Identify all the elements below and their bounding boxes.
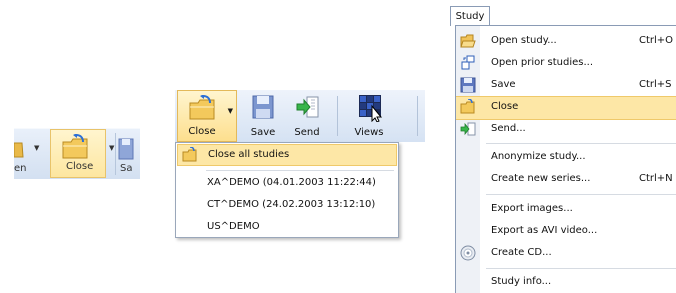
menu-item-label: Open prior studies... <box>491 57 594 68</box>
cd-icon <box>460 245 476 261</box>
study-label: CT^DEMO (24.02.2003 13:12:10) <box>207 199 376 210</box>
views-button-label: Views <box>354 127 384 138</box>
folder-close-icon <box>62 134 88 159</box>
menu-item-label: Send... <box>491 123 526 134</box>
close-button-label: Close <box>66 161 94 172</box>
floppy-disk-icon <box>118 138 134 160</box>
views-grid-icon <box>359 95 383 122</box>
folder-open-icon <box>460 34 476 48</box>
open-button-label[interactable]: en <box>14 163 27 174</box>
study-item[interactable]: XA^DEMO (04.01.2003 11:22:44) <box>177 172 397 194</box>
folder-open-icon <box>189 95 215 120</box>
menu-item-open-study[interactable]: Open study... Ctrl+O <box>456 30 676 52</box>
menu-item-create-new-series[interactable]: Create new series... Ctrl+N <box>456 168 676 190</box>
menu-item-label: Save <box>491 79 516 90</box>
folder-close-icon <box>460 99 475 114</box>
menu-item-label: Anonymize study... <box>491 151 586 162</box>
menu-item-label: Export images... <box>491 203 573 214</box>
menu-item-send[interactable]: Send... <box>456 118 676 140</box>
menu-item-save[interactable]: Save Ctrl+S <box>456 74 676 96</box>
menu-item-export-images[interactable]: Export images... <box>456 198 676 220</box>
chevron-down-icon[interactable]: ▼ <box>34 144 39 152</box>
toolbar-separator <box>417 96 418 136</box>
send-icon <box>460 122 476 136</box>
menu-item-label: Study info... <box>491 276 552 287</box>
close-button[interactable]: ▼ Close <box>177 90 237 142</box>
study-menu: Open study... Ctrl+O Open prior studies.… <box>455 25 676 293</box>
send-icon <box>296 96 319 118</box>
menu-item-open-prior-studies[interactable]: Open prior studies... <box>456 52 676 74</box>
close-all-studies-item[interactable]: Close all studies <box>177 144 397 166</box>
study-label: XA^DEMO (04.01.2003 11:22:44) <box>207 177 376 188</box>
study-menu-tab[interactable]: Study <box>450 6 490 26</box>
menu-divider <box>206 170 394 171</box>
menu-item-shortcut: Ctrl+N <box>639 173 673 184</box>
menu-item-label: Create CD... <box>491 247 552 258</box>
chevron-down-icon[interactable]: ▼ <box>228 107 233 115</box>
menu-divider <box>486 194 676 195</box>
menu-item-shortcut: Ctrl+O <box>639 35 674 46</box>
save-button-label: Save <box>250 127 276 138</box>
menu-item-shortcut: Ctrl+S <box>639 79 672 90</box>
menu-item-anonymize-study[interactable]: Anonymize study... <box>456 146 676 168</box>
save-button-label[interactable]: Sa <box>120 163 132 174</box>
menu-item-study-info[interactable]: Study info... <box>456 271 676 293</box>
close-button[interactable]: Close <box>50 129 106 178</box>
toolbar-separator <box>337 96 338 136</box>
menu-item-label: Open study... <box>491 35 557 46</box>
chevron-down-icon[interactable]: ▼ <box>109 144 114 152</box>
menu-item-label: Close <box>491 101 519 112</box>
prior-studies-icon <box>461 55 475 70</box>
study-label: US^DEMO <box>207 221 260 232</box>
menu-divider <box>486 268 676 269</box>
close-all-studies-label: Close all studies <box>208 149 290 160</box>
left-toolbar-fragment: en ▼ Close ▼ Sa <box>14 128 140 179</box>
toolbar-separator <box>115 133 116 175</box>
study-item[interactable]: CT^DEMO (24.02.2003 13:12:10) <box>177 194 397 216</box>
menu-item-label: Create new series... <box>491 173 591 184</box>
floppy-disk-icon <box>252 95 274 119</box>
middle-toolbar: ▼ Close Save Send Views <box>175 90 425 142</box>
close-button-label: Close <box>188 126 216 137</box>
folder-icon <box>14 142 24 158</box>
menu-item-export-avi[interactable]: Export as AVI video... <box>456 220 676 242</box>
views-button[interactable]: Views <box>343 90 395 142</box>
study-item[interactable]: US^DEMO <box>177 216 397 238</box>
menu-item-label: Export as AVI video... <box>491 225 598 236</box>
floppy-disk-icon <box>460 77 476 93</box>
menu-item-create-cd[interactable]: Create CD... <box>456 242 676 264</box>
menu-divider <box>486 143 676 144</box>
save-button[interactable]: Save <box>243 90 283 142</box>
send-button[interactable]: Send <box>285 90 329 142</box>
menu-item-close[interactable]: Close <box>456 96 676 120</box>
send-button-label: Send <box>294 127 320 138</box>
close-dropdown-menu: Close all studies XA^DEMO (04.01.2003 11… <box>175 142 399 238</box>
folder-close-icon <box>182 147 197 162</box>
